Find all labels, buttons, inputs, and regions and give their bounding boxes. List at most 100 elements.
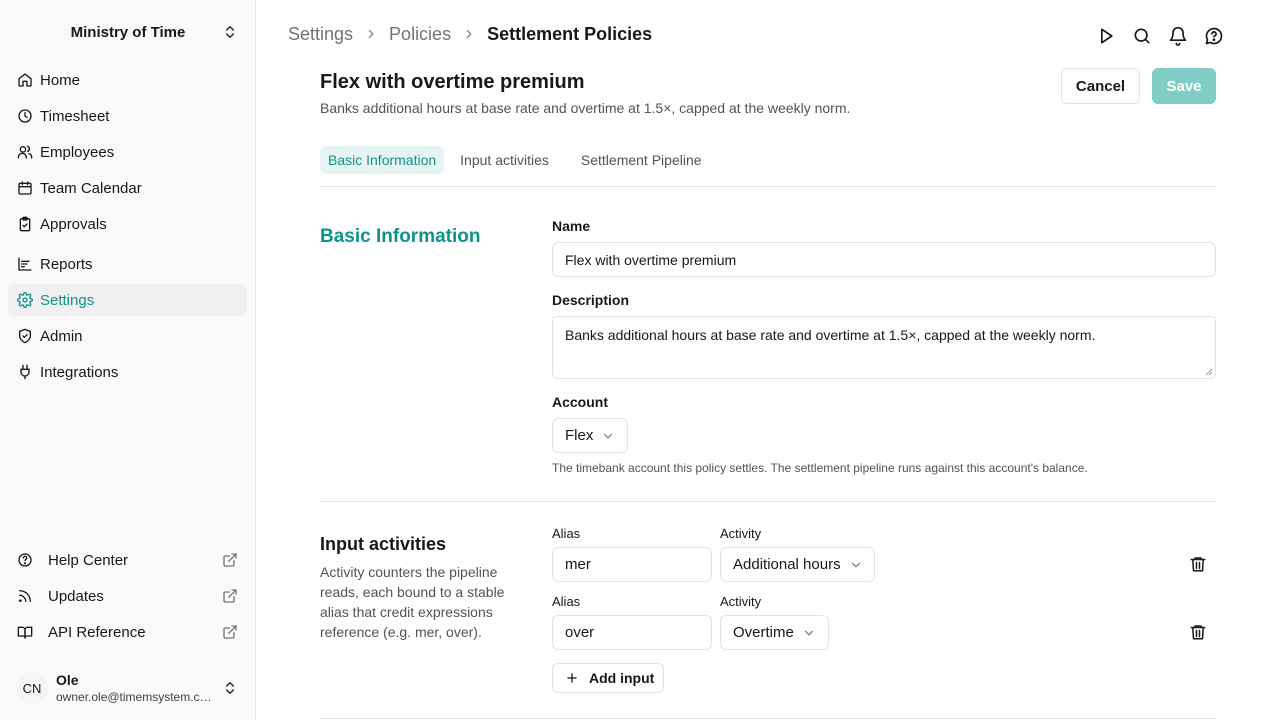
clock-icon bbox=[18, 109, 32, 123]
chevrons-up-down-icon bbox=[226, 26, 234, 38]
section-title-basic-information: Basic Information bbox=[320, 226, 481, 247]
plus-icon bbox=[567, 673, 577, 683]
description-label: Description bbox=[552, 292, 630, 308]
sidebar-item-home[interactable]: Home bbox=[8, 64, 247, 96]
tab-settlement-pipeline[interactable]: Settlement Pipeline bbox=[573, 146, 710, 174]
account-select[interactable]: Flex bbox=[552, 418, 628, 453]
save-button[interactable]: Save bbox=[1152, 68, 1216, 104]
add-input-button[interactable]: Add input bbox=[552, 663, 664, 693]
cancel-button[interactable]: Cancel bbox=[1061, 68, 1140, 104]
sidebar-item-updates[interactable]: Updates bbox=[8, 580, 247, 612]
sidebar-item-label: Timesheet bbox=[40, 107, 110, 125]
section-description: Activity counters the pipeline reads, ea… bbox=[320, 564, 505, 640]
sidebar-item-label: Reports bbox=[40, 255, 93, 273]
home-icon bbox=[18, 73, 32, 87]
external-link-icon bbox=[223, 625, 237, 639]
breadcrumb-policies[interactable]: Policies bbox=[389, 24, 451, 45]
sidebar-item-label: Employees bbox=[40, 143, 115, 161]
activity-select[interactable]: Additional hours bbox=[720, 547, 875, 582]
clipboard-check-icon bbox=[19, 216, 31, 232]
sidebar-item-timesheet[interactable]: Timesheet bbox=[8, 100, 247, 132]
sidebar-item-label: Admin bbox=[40, 327, 83, 345]
book-icon bbox=[17, 626, 33, 639]
breadcrumb-settings[interactable]: Settings bbox=[288, 24, 353, 45]
chevron-right-icon bbox=[466, 29, 472, 39]
message-help-icon[interactable] bbox=[1204, 26, 1224, 46]
account-hint: The timebank account this policy settles… bbox=[552, 461, 1088, 475]
sidebar-item-settings[interactable]: Settings bbox=[8, 284, 247, 316]
top-actions bbox=[1096, 26, 1224, 46]
chevron-down-icon bbox=[851, 562, 860, 568]
sidebar-item-help-center[interactable]: Help Center bbox=[8, 544, 247, 576]
rss-icon bbox=[19, 590, 31, 602]
breadcrumb: Settings Policies Settlement Policies bbox=[288, 22, 652, 46]
sidebar-item-label: Team Calendar bbox=[40, 179, 142, 197]
user-name: Ole bbox=[56, 671, 79, 688]
activity-value: Additional hours bbox=[733, 556, 841, 573]
sidebar-item-label: Updates bbox=[48, 587, 104, 605]
sidebar-item-label: API Reference bbox=[48, 623, 146, 641]
divider bbox=[320, 186, 1216, 187]
name-input[interactable]: Flex with overtime premium bbox=[552, 242, 1216, 277]
sidebar-item-label: Approvals bbox=[40, 215, 107, 233]
sidebar-item-label: Settings bbox=[40, 291, 95, 309]
divider bbox=[320, 501, 1216, 502]
avatar: CN bbox=[16, 672, 48, 704]
sidebar: Ministry of Time Home Timesheet Employee… bbox=[0, 0, 256, 720]
chevrons-up-down-icon bbox=[226, 682, 234, 694]
alias-label: Alias bbox=[552, 594, 581, 609]
gear-icon bbox=[17, 292, 33, 308]
alias-input[interactable]: over bbox=[552, 615, 712, 650]
sidebar-item-integrations[interactable]: Integrations bbox=[8, 356, 247, 388]
account-value: Flex bbox=[565, 427, 594, 444]
sidebar-item-label: Help Center bbox=[48, 551, 129, 569]
activity-label: Activity bbox=[720, 594, 762, 609]
user-menu[interactable]: CN Ole owner.ole@timemsystem.com bbox=[8, 664, 248, 712]
activity-select[interactable]: Overtime bbox=[720, 615, 829, 650]
name-label: Name bbox=[552, 218, 591, 234]
tab-input-activities[interactable]: Input activities bbox=[452, 146, 557, 174]
activity-value: Overtime bbox=[733, 624, 794, 641]
breadcrumb-current: Settlement Policies bbox=[487, 23, 653, 44]
external-link-icon bbox=[223, 589, 237, 603]
alias-label: Alias bbox=[552, 526, 581, 541]
trash-icon[interactable] bbox=[1189, 623, 1207, 641]
sidebar-item-label: Integrations bbox=[40, 363, 119, 381]
divider bbox=[320, 718, 1216, 719]
plug-icon bbox=[20, 364, 30, 380]
description-textarea[interactable]: Banks additional hours at base rate and … bbox=[552, 316, 1216, 379]
bell-icon[interactable] bbox=[1168, 26, 1188, 46]
tab-bar: Basic Information Input activities Settl… bbox=[320, 146, 710, 174]
activity-label: Activity bbox=[720, 526, 762, 541]
add-input-label: Add input bbox=[589, 670, 655, 686]
account-label: Account bbox=[552, 394, 608, 410]
sidebar-item-label: Home bbox=[40, 71, 81, 89]
trash-icon[interactable] bbox=[1189, 555, 1207, 573]
sidebar-item-admin[interactable]: Admin bbox=[8, 320, 247, 352]
help-circle-icon bbox=[18, 553, 32, 567]
section-title-input-activities: Input activities bbox=[320, 534, 447, 554]
shield-icon bbox=[19, 328, 31, 344]
description-value: Banks additional hours at base rate and … bbox=[565, 327, 1096, 343]
resize-handle-icon[interactable] bbox=[1205, 368, 1213, 376]
tab-basic-information[interactable]: Basic Information bbox=[320, 146, 445, 174]
play-icon[interactable] bbox=[1096, 26, 1116, 46]
chevron-right-icon bbox=[368, 29, 374, 39]
org-switcher[interactable]: Ministry of Time bbox=[8, 14, 248, 50]
calendar-icon bbox=[18, 181, 32, 195]
user-email: owner.ole@timemsystem.com bbox=[56, 689, 216, 704]
sidebar-item-reports[interactable]: Reports bbox=[8, 248, 247, 280]
page-subtitle: Banks additional hours at base rate and … bbox=[320, 100, 851, 116]
sidebar-item-employees[interactable]: Employees bbox=[8, 136, 247, 168]
external-link-icon bbox=[223, 553, 237, 567]
chevron-down-icon bbox=[804, 630, 813, 636]
sidebar-item-team-calendar[interactable]: Team Calendar bbox=[8, 172, 247, 204]
chart-icon bbox=[18, 257, 32, 271]
alias-input[interactable]: mer bbox=[552, 547, 712, 582]
users-icon bbox=[17, 145, 33, 159]
search-icon[interactable] bbox=[1132, 26, 1152, 46]
sidebar-item-api-reference[interactable]: API Reference bbox=[8, 616, 247, 648]
page-title: Flex with overtime premium bbox=[320, 71, 585, 93]
sidebar-item-approvals[interactable]: Approvals bbox=[8, 208, 247, 240]
chevron-down-icon bbox=[604, 433, 613, 439]
